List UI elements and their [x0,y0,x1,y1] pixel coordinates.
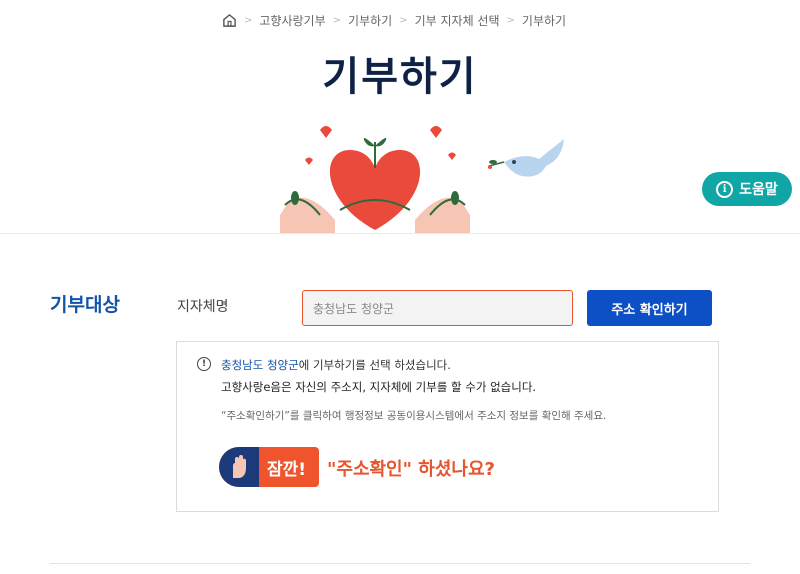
breadcrumb-separator: > [244,15,253,26]
selected-region: 충청남도 청양군 [221,358,299,372]
breadcrumb: > 고향사랑기부 > 기부하기 > 기부 지자체 선택 > 기부하기 [222,12,566,29]
info-icon: i [716,180,734,198]
donation-target-section: 기부대상 지자체명 주소 확인하기 ! 충청남도 청양군에 기부하기를 선택 하… [0,233,800,574]
section-divider [50,563,750,564]
heart-hands-illustration [280,126,470,233]
page-header: > 고향사랑기부 > 기부하기 > 기부 지자체 선택 > 기부하기 기부하기 … [0,0,800,233]
breadcrumb-separator: > [399,15,408,26]
dove-illustration [488,139,564,177]
notice-line-3: “주소확인하기”를 클릭하여 행정정보 공동이용시스템에서 주소지 정보를 확인… [221,410,607,422]
wait-badge-text: 잠깐! [267,459,307,480]
region-field-label: 지자체명 [177,299,229,315]
notice-line-1: 충청남도 청양군에 기부하기를 선택 하셨습니다. [221,357,451,373]
help-button[interactable]: i 도움말 [702,172,792,206]
home-icon[interactable] [222,13,237,28]
breadcrumb-item-3[interactable]: 기부 지자체 선택 [415,12,500,29]
page-title: 기부하기 [322,54,478,100]
section-title: 기부대상 [50,294,120,316]
address-check-question: "주소확인" 하셨나요? [327,459,495,480]
breadcrumb-separator: > [332,15,342,26]
breadcrumb-item-1[interactable]: 고향사랑기부 [259,12,325,29]
breadcrumb-separator: > [506,15,515,26]
help-label: 도움말 [739,182,778,198]
breadcrumb-item-2[interactable]: 기부하기 [348,12,392,29]
hand-icon [219,447,259,487]
region-input[interactable] [302,290,573,326]
breadcrumb-item-4: 기부하기 [521,14,567,28]
notice-line-2: 고향사랑e음은 자신의 주소지, 지자체에 기부를 할 수가 없습니다. [221,380,537,394]
wait-badge: 잠깐! [219,447,319,487]
address-confirm-button[interactable]: 주소 확인하기 [587,290,712,326]
warning-icon: ! [197,357,211,371]
notice-line-1-suffix: 에 기부하기를 선택 하셨습니다. [298,358,451,372]
notice-box: ! 충청남도 청양군에 기부하기를 선택 하셨습니다. 고향사랑e음은 자신의 … [176,341,719,512]
